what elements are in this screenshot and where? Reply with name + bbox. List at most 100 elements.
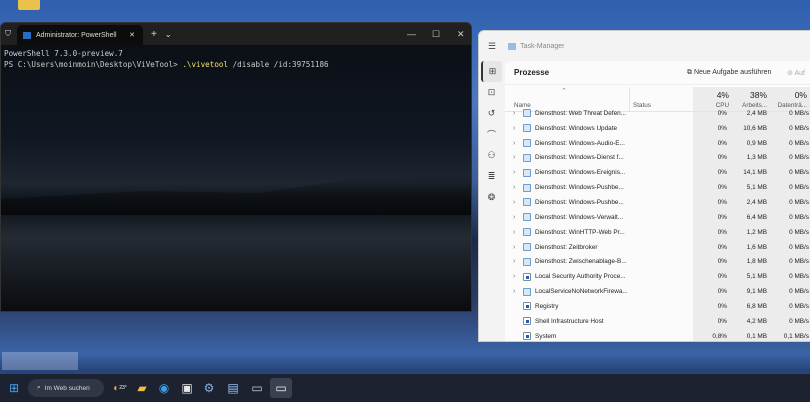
process-row[interactable]: › Diensthost: Windows Update 0% 10,6 MB … bbox=[505, 121, 810, 136]
process-row[interactable]: › Diensthost: Web Threat Defen... 0% 2,4… bbox=[505, 106, 810, 121]
prompt: PS C:\Users\moinmoin\Desktop\ViVeTool> bbox=[4, 60, 183, 69]
settings-icon[interactable]: ⚙ bbox=[200, 378, 218, 398]
process-row[interactable]: › Local Security Authority Proce... 0% 5… bbox=[505, 269, 810, 284]
process-row[interactable]: Registry 0% 6,8 MB 0 MB/s bbox=[505, 299, 810, 314]
process-disk: 0,1 MB/s bbox=[783, 332, 809, 340]
app-icon bbox=[523, 332, 531, 341]
close-button[interactable]: ✕ bbox=[457, 23, 465, 45]
process-row[interactable]: › Diensthost: Windows-Pushbe... 0% 5,1 M… bbox=[505, 180, 810, 195]
expand-chevron-icon[interactable]: › bbox=[513, 214, 515, 221]
nav-performance-icon[interactable]: ⊡ bbox=[479, 82, 504, 103]
new-task-button[interactable]: ⧉ Neue Aufgabe ausführen bbox=[687, 69, 771, 77]
process-row[interactable]: › Diensthost: Windows-Audio-E... 0% 0,9 … bbox=[505, 136, 810, 151]
desktop-blur-area bbox=[2, 352, 78, 370]
nav-details-icon[interactable]: ≣ bbox=[479, 166, 504, 187]
process-memory: 1,3 MB bbox=[746, 154, 767, 162]
expand-chevron-icon[interactable]: › bbox=[513, 258, 515, 265]
process-row[interactable]: Shell Infrastructure Host 0% 4,2 MB 0 MB… bbox=[505, 314, 810, 329]
nav-processes-icon[interactable]: ⊞ bbox=[481, 61, 502, 82]
tab-title: Administrator: PowerShell bbox=[36, 31, 117, 39]
process-row[interactable]: › Diensthost: Zeitbroker 0% 1,6 MB 0 MB/… bbox=[505, 240, 810, 255]
process-row[interactable]: System 0,8% 0,1 MB 0,1 MB/s bbox=[505, 329, 810, 341]
process-disk: 0 MB/s bbox=[789, 198, 809, 206]
process-memory: 14,1 MB bbox=[743, 169, 767, 177]
process-memory: 1,8 MB bbox=[746, 258, 767, 266]
process-row[interactable]: › Diensthost: Windows-Pushbe... 0% 2,4 M… bbox=[505, 195, 810, 210]
terminal-taskbar-icon[interactable]: ▭ bbox=[248, 378, 266, 398]
nav-users-icon[interactable]: ⚇ bbox=[479, 145, 504, 166]
maximize-button[interactable]: ☐ bbox=[432, 23, 440, 45]
process-row[interactable]: › Diensthost: Windows-Ereignis... 0% 14,… bbox=[505, 165, 810, 180]
task-manager-taskbar-icon[interactable]: ▤ bbox=[224, 378, 242, 398]
expand-chevron-icon[interactable]: › bbox=[513, 154, 515, 161]
expand-chevron-icon[interactable]: › bbox=[513, 140, 515, 147]
weather-widget[interactable]: ◐ 23° bbox=[110, 378, 130, 398]
process-disk: 0 MB/s bbox=[789, 302, 809, 310]
hamburger-menu-icon[interactable]: ☰ bbox=[488, 41, 496, 52]
desktop-folder-icon[interactable] bbox=[18, 0, 40, 10]
process-row[interactable]: › Diensthost: Windows-Verwalt... 0% 6,4 … bbox=[505, 210, 810, 225]
process-row[interactable]: › Diensthost: Zwischenablage-B... 0% 1,8… bbox=[505, 254, 810, 269]
end-task-button[interactable]: ⊘ Auf bbox=[787, 69, 805, 77]
file-explorer-icon[interactable]: ▰ bbox=[133, 378, 151, 398]
store-icon[interactable]: ▣ bbox=[178, 378, 196, 398]
expand-chevron-icon[interactable]: › bbox=[513, 169, 515, 176]
process-name: Registry bbox=[535, 302, 559, 310]
app-icon bbox=[523, 317, 531, 326]
process-disk: 0 MB/s bbox=[789, 317, 809, 325]
expand-chevron-icon[interactable]: › bbox=[513, 110, 515, 117]
powershell-window[interactable]: ⛉ Administrator: PowerShell ✕ + ⌄ — ☐ ✕ … bbox=[0, 22, 472, 312]
nav-startup-icon[interactable]: ⌒ bbox=[479, 124, 504, 145]
background-hills bbox=[1, 175, 471, 215]
process-cpu: 0% bbox=[717, 154, 727, 162]
process-row[interactable]: › Diensthost: WinHTTP-Web Pr... 0% 1,2 M… bbox=[505, 225, 810, 240]
tab-powershell[interactable]: Administrator: PowerShell ✕ bbox=[17, 25, 143, 45]
expand-chevron-icon[interactable]: › bbox=[513, 184, 515, 191]
process-name: Diensthost: Windows-Dienst f... bbox=[535, 154, 624, 162]
new-tab-button[interactable]: + bbox=[151, 29, 157, 40]
new-task-label: Neue Aufgabe ausführen bbox=[693, 68, 772, 76]
sort-arrow-icon[interactable]: ⌃ bbox=[561, 87, 567, 95]
prompt-line: PS C:\Users\moinmoin\Desktop\ViVeTool> .… bbox=[4, 59, 468, 70]
process-memory: 5,1 MB bbox=[746, 184, 767, 192]
process-memory: 2,4 MB bbox=[746, 198, 767, 206]
app-icon bbox=[523, 272, 531, 281]
terminal-output[interactable]: PowerShell 7.3.0-preview.7 PS C:\Users\m… bbox=[1, 45, 471, 311]
process-row[interactable]: › Diensthost: Windows-Dienst f... 0% 1,3… bbox=[505, 151, 810, 166]
minimize-button[interactable]: — bbox=[407, 23, 416, 45]
process-cpu: 0% bbox=[717, 109, 727, 117]
edge-browser-icon[interactable]: ◉ bbox=[155, 378, 173, 398]
expand-chevron-icon[interactable]: › bbox=[513, 244, 515, 251]
search-label: Im Web suchen bbox=[44, 384, 90, 392]
expand-chevron-icon[interactable]: › bbox=[513, 288, 515, 295]
nav-app-history-icon[interactable]: ↺ bbox=[479, 103, 504, 124]
page-title: Prozesse bbox=[514, 68, 550, 77]
process-disk: 0 MB/s bbox=[789, 124, 809, 132]
process-name: Diensthost: Zwischenablage-B... bbox=[535, 258, 627, 266]
nav-services-icon[interactable]: ❂ bbox=[479, 187, 504, 208]
task-manager-window[interactable]: ☰ Task-Manager ⊞ ⊡ ↺ ⌒ ⚇ ≣ ❂ ⚙ Prozesse … bbox=[478, 30, 810, 342]
expand-chevron-icon[interactable]: › bbox=[513, 199, 515, 206]
search-icon: ⌕ bbox=[37, 384, 41, 391]
process-name: Diensthost: Windows-Audio-E... bbox=[535, 139, 625, 147]
dropdown-chevron-icon[interactable]: ⌄ bbox=[165, 30, 172, 39]
process-name: System bbox=[535, 332, 557, 340]
disk-total: 0% bbox=[794, 90, 807, 100]
process-name: Diensthost: Windows-Pushbe... bbox=[535, 198, 624, 206]
process-cpu: 0% bbox=[717, 184, 727, 192]
expand-chevron-icon[interactable]: › bbox=[513, 273, 515, 280]
process-cpu: 0% bbox=[717, 124, 727, 132]
expand-chevron-icon[interactable]: › bbox=[513, 125, 515, 132]
process-row[interactable]: › LocalServiceNoNetworkFirewa... 0% 9,1 … bbox=[505, 284, 810, 299]
expand-chevron-icon[interactable]: › bbox=[513, 229, 515, 236]
process-memory: 9,1 MB bbox=[746, 288, 767, 296]
remote-desktop-icon[interactable]: ▭ bbox=[270, 378, 292, 398]
process-disk: 0 MB/s bbox=[789, 288, 809, 296]
close-tab-icon[interactable]: ✕ bbox=[129, 31, 135, 39]
start-button[interactable]: ⊞ bbox=[6, 378, 22, 398]
app-title: Task-Manager bbox=[520, 42, 565, 50]
search-box[interactable]: ⌕ Im Web suchen bbox=[28, 379, 104, 397]
process-cpu: 0% bbox=[717, 258, 727, 266]
memory-total: 38% bbox=[749, 90, 767, 100]
command: .\vivetool bbox=[182, 60, 229, 69]
